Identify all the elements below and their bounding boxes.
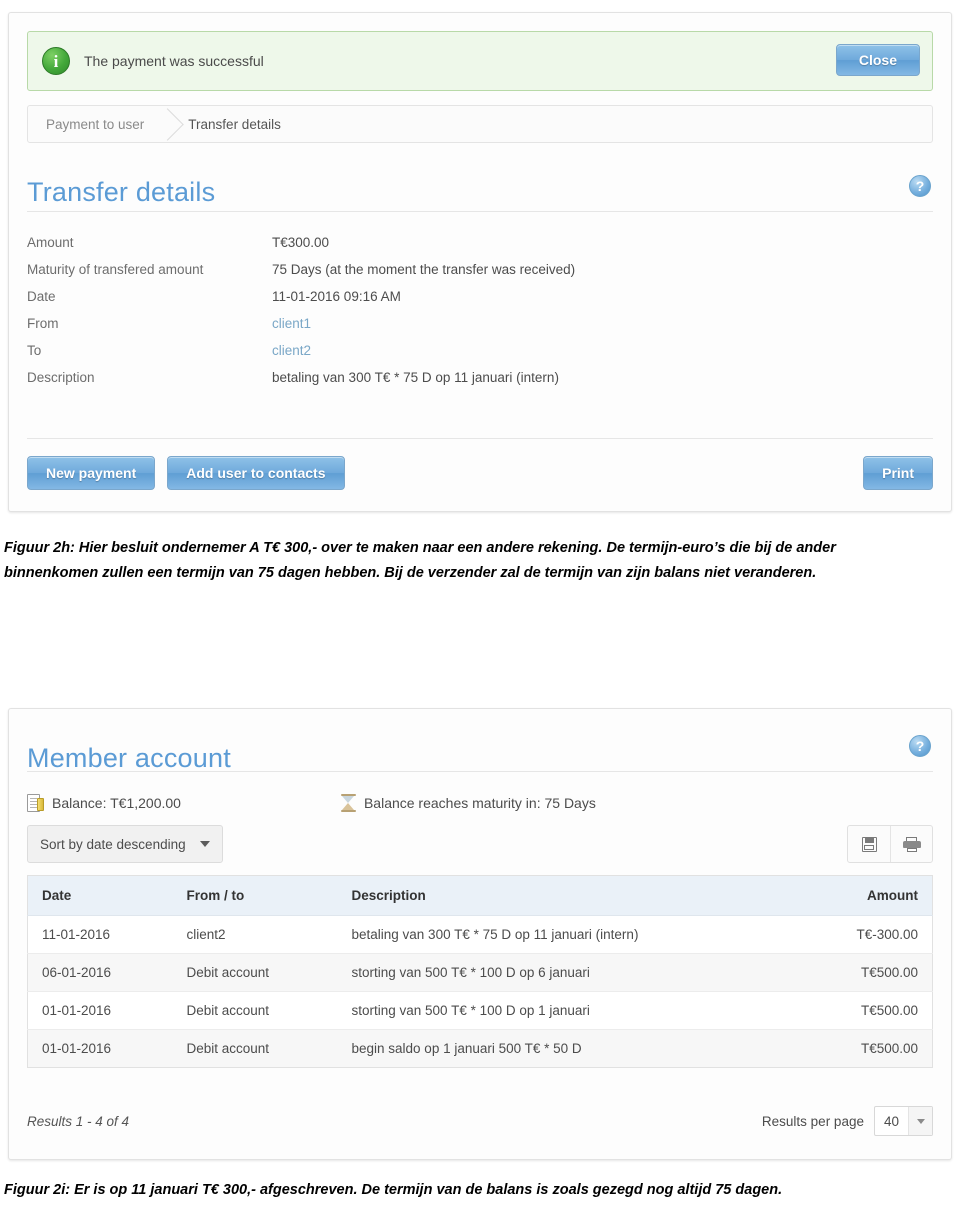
info-icon: i (42, 47, 70, 75)
cell-date: 11-01-2016 (27, 915, 173, 954)
chevron-right-icon (156, 106, 176, 142)
detail-value-link[interactable]: client2 (272, 343, 311, 358)
detail-value: T€300.00 (272, 235, 330, 250)
detail-label: From (27, 316, 59, 331)
detail-row: Maturity of transfered amount 75 Days (a… (27, 256, 933, 283)
print-button[interactable]: Print (863, 456, 933, 490)
help-icon[interactable]: ? (909, 175, 931, 197)
table-header-row: Date From / to Description Amount (27, 875, 933, 916)
cell-description: storting van 500 T€ * 100 D op 6 januari (337, 953, 801, 992)
cell-description: begin saldo op 1 januari 500 T€ * 50 D (337, 1029, 801, 1068)
detail-row: Amount T€300.00 (27, 229, 933, 256)
member-account-title: Member account (27, 743, 231, 774)
ledger-icon-group (847, 825, 933, 863)
detail-row: To client2 (27, 337, 933, 364)
actions-divider (27, 438, 933, 439)
title-divider (27, 211, 933, 212)
maturity-summary: Balance reaches maturity in: 75 Days (340, 794, 596, 812)
table-row[interactable]: 11-01-2016 client2 betaling van 300 T€ *… (27, 915, 933, 954)
table-footer: Results 1 - 4 of 4 Results per page 40 (27, 1101, 933, 1141)
detail-row: Description betaling van 300 T€ * 75 D o… (27, 364, 933, 391)
sort-select[interactable]: Sort by date descending (27, 825, 223, 863)
cell-date: 06-01-2016 (27, 953, 173, 992)
cell-amount: T€500.00 (800, 953, 933, 992)
success-alert: i The payment was successful Close (27, 31, 933, 91)
table-row[interactable]: 06-01-2016 Debit account storting van 50… (27, 953, 933, 992)
detail-row: Date 11-01-2016 09:16 AM (27, 283, 933, 310)
cell-amount: T€500.00 (800, 1029, 933, 1068)
detail-value-link[interactable]: client1 (272, 316, 311, 331)
column-header-amount[interactable]: Amount (800, 875, 933, 916)
cell-amount: T€-300.00 (800, 915, 933, 954)
table-row[interactable]: 01-01-2016 Debit account begin saldo op … (27, 1029, 933, 1068)
document-page: i The payment was successful Close Payme… (0, 0, 960, 1208)
printer-icon (902, 836, 921, 852)
transfer-details-panel: i The payment was successful Close Payme… (8, 12, 952, 512)
account-summary-bar: Balance: T€1,200.00 Balance reaches matu… (27, 785, 933, 821)
cell-from-to: Debit account (172, 1029, 338, 1068)
cell-description: storting van 500 T€ * 100 D op 1 januari (337, 991, 801, 1030)
maturity-label: Balance reaches maturity in: 75 Days (363, 795, 596, 811)
new-payment-button[interactable]: New payment (27, 456, 156, 490)
print-button[interactable] (890, 826, 932, 862)
balance-label: Balance: T€1,200.00 (52, 795, 181, 811)
detail-label: Amount (27, 235, 74, 250)
save-button[interactable] (848, 826, 890, 862)
close-button[interactable]: Close (835, 44, 920, 76)
table-row[interactable]: 01-01-2016 Debit account storting van 50… (27, 991, 933, 1030)
detail-label: To (27, 343, 42, 358)
help-icon[interactable]: ? (909, 735, 931, 757)
transactions-table: Date From / to Description Amount 11-01-… (27, 875, 933, 1068)
detail-value: betaling van 300 T€ * 75 D op 11 januari… (272, 370, 559, 385)
breadcrumb: Payment to user Transfer details (27, 105, 933, 143)
transfer-action-bar: New payment Add user to contacts Print (27, 453, 933, 493)
cell-from-to: client2 (172, 915, 338, 954)
detail-label: Date (27, 289, 56, 304)
figure-caption-2h: Figuur 2h: Hier besluit ondernemer A T€ … (4, 540, 836, 581)
cell-from-to: Debit account (172, 953, 338, 992)
balance-summary: Balance: T€1,200.00 (27, 794, 181, 812)
breadcrumb-item-payment-to-user[interactable]: Payment to user (28, 117, 144, 132)
chevron-down-icon (199, 841, 210, 847)
results-per-page-label: Results per page (761, 1113, 864, 1129)
sort-select-value: Sort by date descending (40, 836, 186, 852)
cell-from-to: Debit account (172, 991, 338, 1030)
breadcrumb-item-transfer-details: Transfer details (188, 116, 281, 132)
alert-message: The payment was successful (84, 53, 264, 69)
figure-caption-2i: Figuur 2i: Er is op 11 januari T€ 300,- … (4, 1182, 783, 1198)
page-title: Transfer details (27, 177, 216, 208)
results-per-page-value: 40 (883, 1113, 899, 1129)
title-divider (27, 771, 933, 772)
detail-value: 75 Days (at the moment the transfer was … (272, 262, 576, 277)
ledger-icon (27, 794, 44, 812)
cell-description: betaling van 300 T€ * 75 D op 11 januari… (337, 915, 801, 954)
hourglass-icon (340, 794, 356, 812)
cell-date: 01-01-2016 (27, 991, 173, 1030)
detail-value: 11-01-2016 09:16 AM (272, 289, 401, 304)
cell-amount: T€500.00 (800, 991, 933, 1030)
results-per-page-select[interactable]: 40 (873, 1106, 933, 1136)
cell-date: 01-01-2016 (27, 1029, 173, 1068)
column-header-from-to[interactable]: From / to (172, 875, 338, 916)
chevron-down-icon (908, 1107, 932, 1135)
add-user-to-contacts-button[interactable]: Add user to contacts (167, 456, 345, 490)
column-header-date[interactable]: Date (27, 875, 173, 916)
ledger-toolbar: Sort by date descending (27, 825, 933, 865)
detail-row: From client1 (27, 310, 933, 337)
results-count: Results 1 - 4 of 4 (27, 1113, 130, 1129)
detail-label: Description (27, 370, 95, 385)
floppy-disk-icon (861, 836, 877, 852)
transfer-detail-list: Amount T€300.00 Maturity of transfered a… (27, 229, 933, 391)
column-header-description[interactable]: Description (337, 875, 801, 916)
detail-label: Maturity of transfered amount (27, 262, 204, 277)
member-account-panel: Member account ? Balance: T€1,200.00 Bal… (8, 708, 952, 1160)
